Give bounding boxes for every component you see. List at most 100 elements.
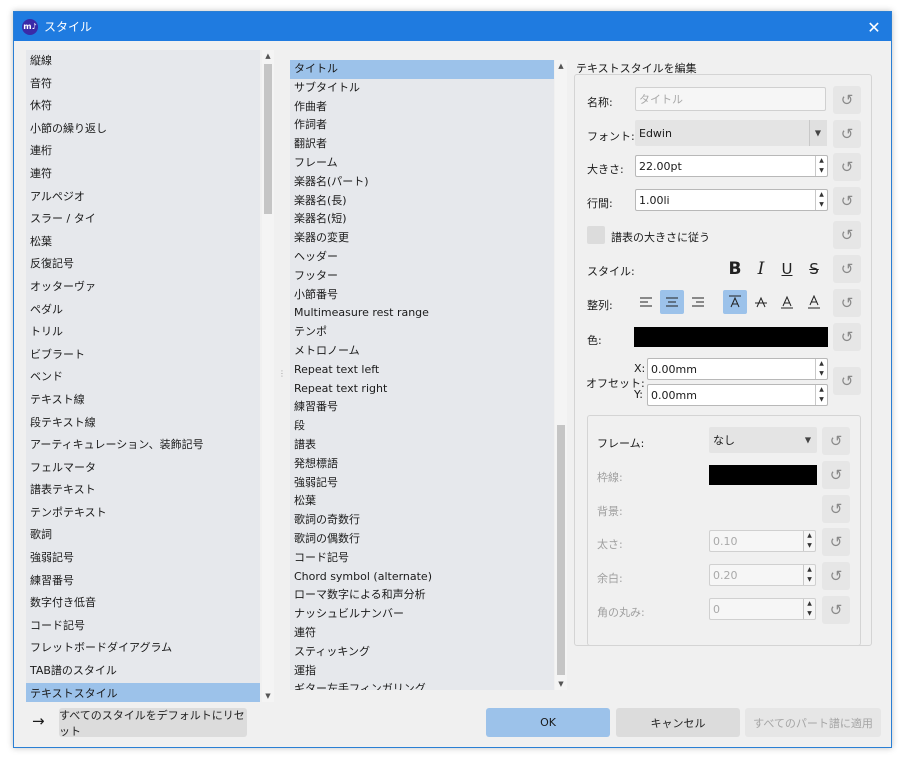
line-spacing-spinbox[interactable]: 1.00li ▲ ▼ (635, 189, 828, 211)
text-style-scrollbar[interactable]: ▲ ▼ (555, 60, 567, 690)
text-style-item[interactable]: メトロノーム (290, 342, 554, 361)
align-center-icon[interactable] (660, 290, 684, 314)
text-style-item[interactable]: 楽器の変更 (290, 229, 554, 248)
text-style-item[interactable]: 段 (290, 417, 554, 436)
text-style-item[interactable]: タイトル (290, 60, 554, 79)
line-spacing-stepper[interactable]: ▲ ▼ (815, 190, 827, 210)
text-style-item[interactable]: ギター左手フィンガリング (290, 680, 554, 690)
style-category-item[interactable]: 練習番号 (26, 570, 260, 593)
style-category-item[interactable]: 休符 (26, 95, 260, 118)
style-category-item[interactable]: テンポテキスト (26, 502, 260, 525)
style-category-item[interactable]: 連桁 (26, 140, 260, 163)
style-category-item[interactable]: テキストスタイル (26, 682, 260, 702)
cancel-button[interactable]: キャンセル (616, 708, 740, 737)
underline-icon[interactable]: U (775, 257, 799, 281)
thickness-spinbox[interactable]: 0.10 ▲ ▼ (709, 530, 816, 552)
text-style-list[interactable]: タイトル サブタイトル 作曲者 作詞者 翻訳者 フレーム 楽器名(パート) 楽器名(長) 楽器名… (290, 60, 554, 690)
align-right-icon[interactable] (686, 290, 710, 314)
corner-radius-spinbox[interactable]: 0 ▲ ▼ (709, 598, 816, 620)
text-style-item[interactable]: サブタイトル (290, 79, 554, 98)
reset-border-icon[interactable]: ↺ (822, 461, 850, 489)
reset-font-icon[interactable]: ↺ (833, 120, 861, 148)
text-style-item[interactable]: 松葉 (290, 492, 554, 511)
reset-name-icon[interactable]: ↺ (833, 86, 861, 114)
style-category-item[interactable]: 段テキスト線 (26, 412, 260, 435)
text-style-item[interactable]: 楽器名(短) (290, 210, 554, 229)
style-category-item[interactable]: 連符 (26, 163, 260, 186)
style-category-item[interactable]: 譜表テキスト (26, 479, 260, 502)
style-category-item[interactable]: フェルマータ (26, 457, 260, 480)
style-category-item[interactable]: 強弱記号 (26, 547, 260, 570)
italic-icon[interactable]: I (749, 257, 773, 281)
style-category-item[interactable]: フレットボードダイアグラム (26, 637, 260, 660)
reset-frame-icon[interactable]: ↺ (822, 427, 850, 455)
reset-corner-radius-icon[interactable]: ↺ (822, 596, 850, 624)
style-category-item[interactable]: 音符 (26, 73, 260, 96)
align-left-icon[interactable] (634, 290, 658, 314)
text-style-item[interactable]: 運指 (290, 662, 554, 681)
size-spinbox[interactable]: 22.00pt ▲ ▼ (635, 155, 828, 177)
font-select[interactable]: Edwin ▼ (635, 120, 827, 146)
text-style-item[interactable]: 歌詞の偶数行 (290, 530, 554, 549)
splitter-handle-icon[interactable]: ⋮ (278, 370, 286, 386)
text-style-scroll-thumb[interactable] (557, 425, 565, 675)
text-style-item[interactable]: Repeat text left (290, 361, 554, 380)
reset-background-icon[interactable]: ↺ (822, 495, 850, 523)
offset-y-stepper[interactable]: ▲ ▼ (815, 385, 827, 405)
text-style-item[interactable]: ローマ数字による和声分析 (290, 586, 554, 605)
follow-staff-size-checkbox[interactable] (587, 226, 605, 244)
category-scrollbar[interactable]: ▲ ▼ (262, 50, 274, 702)
text-style-item[interactable]: 譜表 (290, 436, 554, 455)
strikethrough-icon[interactable]: S (802, 257, 826, 281)
close-icon[interactable]: ✕ (863, 16, 885, 38)
text-style-item[interactable]: 連符 (290, 624, 554, 643)
text-style-item[interactable]: コード記号 (290, 549, 554, 568)
name-field[interactable]: タイトル (635, 87, 826, 111)
text-style-item[interactable]: Chord symbol (alternate) (290, 568, 554, 587)
offset-x-stepper[interactable]: ▲ ▼ (815, 359, 827, 379)
text-style-item[interactable]: 楽器名(パート) (290, 173, 554, 192)
style-category-item[interactable]: 歌詞 (26, 524, 260, 547)
ok-button[interactable]: OK (486, 708, 610, 737)
reset-all-styles-button[interactable]: すべてのスタイルをデフォルトにリセット (59, 708, 247, 738)
size-stepper[interactable]: ▲ ▼ (815, 156, 827, 176)
text-style-item[interactable]: 作曲者 (290, 98, 554, 117)
bold-icon[interactable]: B (723, 257, 747, 281)
text-style-item[interactable]: ナッシュビルナンバー (290, 605, 554, 624)
border-color-picker[interactable] (709, 465, 817, 485)
scroll-up-icon[interactable]: ▲ (555, 60, 567, 72)
text-style-item[interactable]: テンポ (290, 323, 554, 342)
reset-offset-icon[interactable]: ↺ (833, 367, 861, 395)
text-style-item[interactable]: Multimeasure rest range (290, 304, 554, 323)
style-category-item[interactable]: テキスト線 (26, 389, 260, 412)
reset-thickness-icon[interactable]: ↺ (822, 528, 850, 556)
scroll-down-icon[interactable]: ▼ (555, 678, 567, 690)
style-category-item[interactable]: オッターヴァ (26, 276, 260, 299)
style-category-item[interactable]: ビブラート (26, 344, 260, 367)
text-style-item[interactable]: 作詞者 (290, 116, 554, 135)
text-style-item[interactable]: 翻訳者 (290, 135, 554, 154)
align-baseline-icon[interactable] (775, 290, 799, 314)
padding-spinbox[interactable]: 0.20 ▲ ▼ (709, 564, 816, 586)
text-style-item[interactable]: ヘッダー (290, 248, 554, 267)
reset-size-icon[interactable]: ↺ (833, 153, 861, 181)
style-category-item[interactable]: アルペジオ (26, 186, 260, 209)
text-style-item[interactable]: 歌詞の奇数行 (290, 511, 554, 530)
reset-padding-icon[interactable]: ↺ (822, 562, 850, 590)
style-category-item[interactable]: 数字付き低音 (26, 592, 260, 615)
text-style-item[interactable]: スティッキング (290, 643, 554, 662)
style-category-item[interactable]: トリル (26, 321, 260, 344)
thickness-stepper[interactable]: ▲ ▼ (803, 531, 815, 551)
category-scroll-thumb[interactable] (264, 64, 272, 214)
text-style-item[interactable]: 小節番号 (290, 286, 554, 305)
align-bottom-icon[interactable] (802, 290, 826, 314)
apply-to-all-parts-button[interactable]: すべてのパート譜に適用 (745, 708, 881, 737)
style-category-item[interactable]: アーティキュレーション、装飾記号 (26, 434, 260, 457)
text-style-item[interactable]: フッター (290, 267, 554, 286)
reset-style-icon[interactable]: ↺ (833, 255, 861, 283)
reset-line-spacing-icon[interactable]: ↺ (833, 187, 861, 215)
corner-radius-stepper[interactable]: ▲ ▼ (803, 599, 815, 619)
padding-stepper[interactable]: ▲ ▼ (803, 565, 815, 585)
text-style-item[interactable]: 発想標語 (290, 455, 554, 474)
style-category-item[interactable]: ベンド (26, 366, 260, 389)
